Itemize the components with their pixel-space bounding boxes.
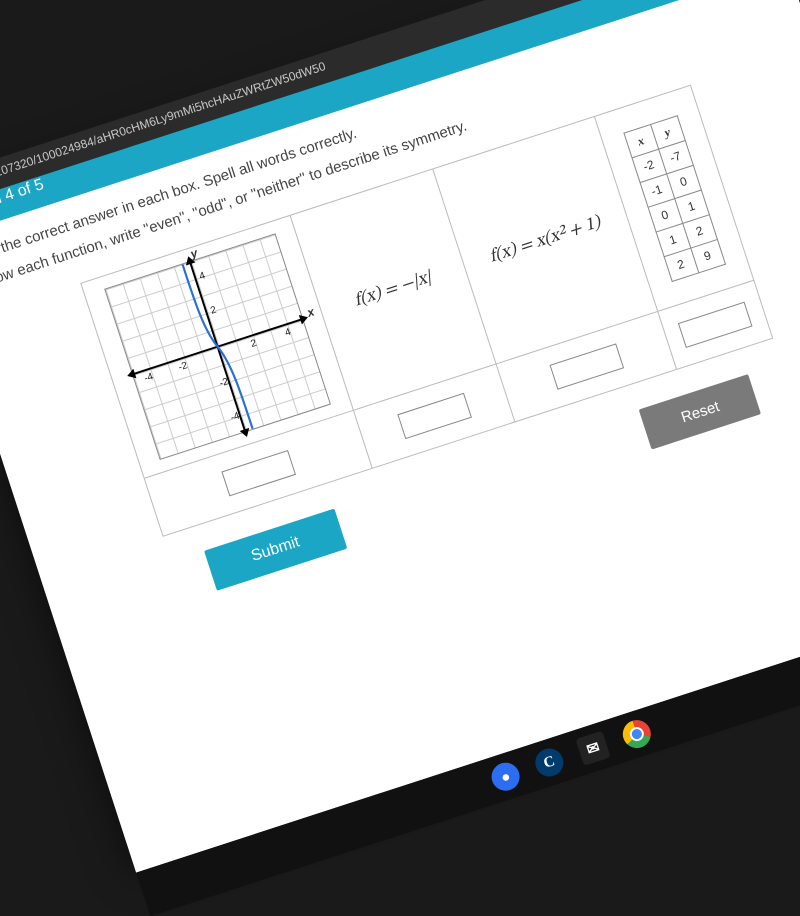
tick-y-2: 2 xyxy=(209,305,218,317)
tick-x-4: 4 xyxy=(284,327,293,339)
zoom-glyph: ● xyxy=(499,767,513,786)
tick-x-neg4: -4 xyxy=(143,371,155,384)
answer-input-2[interactable] xyxy=(397,393,472,439)
chrome-icon[interactable] xyxy=(619,716,654,751)
y-axis xyxy=(189,262,246,432)
content-area: Type the correct answer in each box. Spe… xyxy=(0,0,800,659)
tick-x-neg2: -2 xyxy=(177,360,189,373)
mail-glyph: ✉ xyxy=(584,738,602,759)
cartesian-graph: y x -4 -2 2 4 2 4 -2 -4 xyxy=(104,233,331,460)
answer-input-3[interactable] xyxy=(549,344,624,390)
c-app-icon[interactable]: C xyxy=(532,745,567,780)
zoom-icon[interactable]: ● xyxy=(488,759,523,794)
c-glyph: C xyxy=(542,753,558,773)
mail-icon[interactable]: ✉ xyxy=(575,731,610,766)
submit-button[interactable]: Submit xyxy=(204,508,348,591)
tick-y-4: 4 xyxy=(198,270,207,282)
taskbar: ● C ✉ xyxy=(136,594,800,916)
reset-button[interactable]: Reset xyxy=(639,374,762,450)
formula-abs: f(x) = −|x| xyxy=(352,266,435,312)
tick-x-2: 2 xyxy=(249,338,258,350)
answer-input-1[interactable] xyxy=(221,450,296,496)
app-screen: ce/launch/49107320/100024984/aHR0cHM6Ly9… xyxy=(0,0,800,873)
answer-input-4[interactable] xyxy=(678,302,753,348)
formula-poly: f(x) = x(x² + 1) xyxy=(487,211,604,269)
